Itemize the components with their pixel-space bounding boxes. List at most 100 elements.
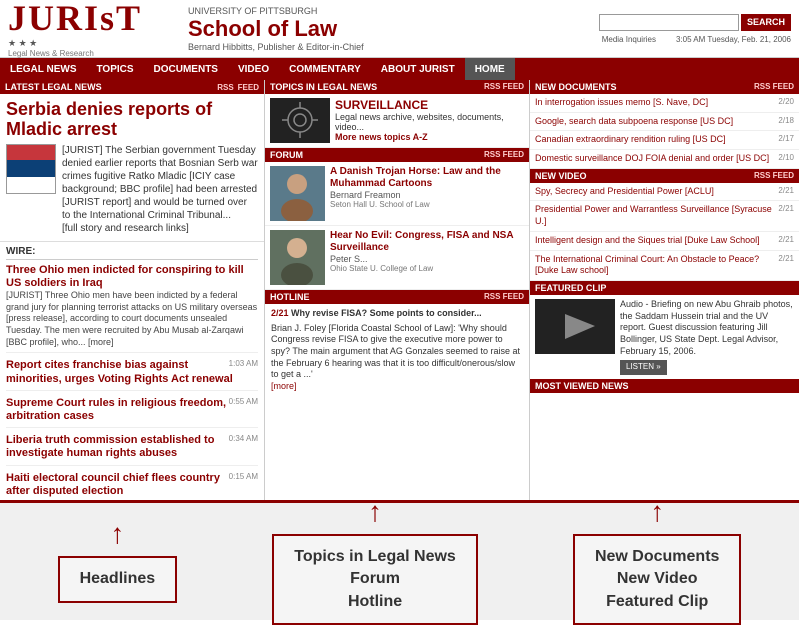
- topic-item: SURVEILLANCE Legal news archive, website…: [265, 94, 529, 148]
- doc-link[interactable]: Google, search data subpoena response [U…: [535, 116, 774, 128]
- topics-header: TOPICS IN LEGAL NEWS RSS FEED: [265, 80, 529, 94]
- forum-content-1: A Danish Trojan Horse: Law and the Muham…: [330, 166, 524, 209]
- wire-story-excerpt: [JURIST] Three Ohio men have been indict…: [6, 290, 258, 348]
- surveillance-thumb: [270, 98, 330, 143]
- hotline-content: 2/21 Why revise FISA? Some points to con…: [265, 304, 529, 397]
- main-story-text: [JURIST] The Serbian government Tuesday …: [62, 144, 258, 235]
- topics-label: Topics in Legal News Forum Hotline: [272, 534, 478, 625]
- hotline-story-title[interactable]: Why revise FISA? Some points to consider…: [291, 308, 482, 318]
- full-story-link[interactable]: [full story and research links]: [62, 223, 189, 234]
- wire-story-title[interactable]: Haiti electoral council chief flees coun…: [6, 472, 258, 498]
- wire-story-title[interactable]: Supreme Court rules in religious freedom…: [6, 397, 258, 423]
- nav-home[interactable]: HOME: [465, 58, 515, 80]
- list-item: 0:34 AM Liberia truth commission establi…: [6, 434, 258, 465]
- wire-story-time: 0:15 AM: [229, 472, 258, 481]
- list-item: Spy, Secrecy and Presidential Power [ACL…: [530, 183, 799, 202]
- topics-feed[interactable]: FEED: [503, 82, 524, 91]
- new-docs-title: NEW DOCUMENTS: [535, 82, 617, 92]
- wire-story-title[interactable]: Three Ohio men indicted for conspiring t…: [6, 264, 258, 290]
- rss-link[interactable]: RSS: [217, 83, 233, 92]
- list-item: Canadian extraordinary rendition ruling …: [530, 131, 799, 150]
- wire-story-title[interactable]: Liberia truth commission established to …: [6, 434, 258, 460]
- navbar: LEGAL NEWS TOPICS DOCUMENTS VIDEO COMMEN…: [0, 58, 799, 80]
- media-inquiries: Media Inquiries: [602, 35, 656, 44]
- video-feed[interactable]: FEED: [773, 171, 794, 180]
- topic-text: Legal news archive, websites, documents,…: [335, 112, 524, 132]
- video-date: 2/21: [778, 186, 794, 198]
- logo-stars: ★ ★ ★: [8, 38, 178, 49]
- clip-description: Audio - Briefing on new Abu Ghraib photo…: [620, 299, 794, 375]
- video-rss[interactable]: RSS: [754, 171, 770, 180]
- nav-legal-news[interactable]: LEGAL NEWS: [0, 58, 86, 80]
- latest-news-title: LATEST LEGAL NEWS: [5, 82, 102, 92]
- topics-annotation: ↑ Topics in Legal News Forum Hotline: [272, 498, 478, 625]
- doc-link[interactable]: In interrogation issues memo [S. Nave, D…: [535, 97, 774, 109]
- featured-clip-content: Audio - Briefing on new Abu Ghraib photo…: [530, 295, 799, 379]
- new-docs-label: New Documents New Video Featured Clip: [573, 534, 741, 625]
- forum-author: Bernard Freamon: [330, 190, 524, 200]
- main-content: LATEST LEGAL NEWS RSS FEED Serbia denies…: [0, 80, 799, 500]
- feed-link[interactable]: FEED: [238, 83, 259, 92]
- search-button[interactable]: SEARCH: [741, 14, 791, 31]
- video-date: 2/21: [778, 254, 794, 277]
- hotline-rss[interactable]: RSS: [484, 292, 500, 301]
- doc-date: 2/18: [778, 116, 794, 128]
- wire-label: WIRE:: [6, 246, 258, 260]
- forum-title: FORUM: [270, 150, 303, 160]
- list-item: 1:03 AM Report cites franchise bias agai…: [6, 359, 258, 390]
- wire-story-title[interactable]: Report cites franchise bias against mino…: [6, 359, 258, 385]
- hotline-links: RSS FEED: [484, 292, 524, 302]
- video-link[interactable]: Presidential Power and Warrantless Surve…: [535, 204, 774, 227]
- hotline-header: HOTLINE RSS FEED: [265, 290, 529, 304]
- forum-links: RSS FEED: [484, 150, 524, 160]
- list-item: Domestic surveillance DOJ FOIA denial an…: [530, 150, 799, 169]
- topics-rss[interactable]: RSS: [484, 82, 500, 91]
- search-input[interactable]: [599, 14, 739, 31]
- search-box: SEARCH: [599, 14, 791, 31]
- topics-arrow: ↑: [368, 498, 382, 526]
- forum-author: Peter S...: [330, 254, 524, 264]
- doc-link[interactable]: Canadian extraordinary rendition ruling …: [535, 134, 774, 146]
- bottom-annotation-area: ↑ Headlines ↑ Topics in Legal News Forum…: [0, 500, 799, 620]
- docs-rss[interactable]: RSS: [754, 82, 770, 91]
- wire-story-time: 1:03 AM: [229, 359, 258, 368]
- list-item: Google, search data subpoena response [U…: [530, 113, 799, 132]
- forum-affiliation: Ohio State U. College of Law: [330, 264, 524, 273]
- forum-item-title[interactable]: Hear No Evil: Congress, FISA and NSA Sur…: [330, 230, 524, 254]
- doc-link[interactable]: Domestic surveillance DOJ FOIA denial an…: [535, 153, 774, 165]
- hotline-feed[interactable]: FEED: [503, 292, 524, 301]
- video-date: 2/21: [778, 204, 794, 227]
- nav-documents[interactable]: DOCUMENTS: [144, 58, 228, 80]
- video-link[interactable]: Intelligent design and the Siques trial …: [535, 235, 774, 247]
- latest-news-header: LATEST LEGAL NEWS RSS FEED: [0, 80, 264, 94]
- header-right: SEARCH Media Inquiries 3:05 AM Tuesday, …: [599, 14, 791, 44]
- list-item: In interrogation issues memo [S. Nave, D…: [530, 94, 799, 113]
- video-link[interactable]: The International Criminal Court: An Obs…: [535, 254, 774, 277]
- headlines-arrow: ↑: [110, 520, 124, 548]
- nav-commentary[interactable]: COMMENTARY: [279, 58, 371, 80]
- hotline-more-link[interactable]: [more]: [271, 381, 297, 391]
- forum-item: A Danish Trojan Horse: Law and the Muham…: [265, 162, 529, 226]
- docs-feed[interactable]: FEED: [773, 82, 794, 91]
- list-item: Intelligent design and the Siques trial …: [530, 232, 799, 251]
- nav-about[interactable]: ABOUT JURIST: [371, 58, 465, 80]
- topic-link[interactable]: More news topics A-Z: [335, 132, 524, 142]
- nav-topics[interactable]: TOPICS: [86, 58, 143, 80]
- clip-thumbnail: [535, 299, 615, 354]
- forum-feed[interactable]: FEED: [503, 150, 524, 159]
- main-story: Serbia denies reports of Mladic arrest […: [0, 94, 264, 242]
- nav-video[interactable]: VIDEO: [228, 58, 279, 80]
- listen-button[interactable]: LISTEN »: [620, 360, 667, 374]
- list-item: Three Ohio men indicted for conspiring t…: [6, 264, 258, 354]
- logo: JURIsT: [8, 0, 178, 36]
- hotline-story-text: Brian J. Foley [Florida Coastal School o…: [271, 323, 523, 381]
- forum-rss[interactable]: RSS: [484, 150, 500, 159]
- list-item: 0:15 AM Haiti electoral council chief fl…: [6, 472, 258, 500]
- right-column: NEW DOCUMENTS RSS FEED In interrogation …: [530, 80, 799, 500]
- headlines-label: Headlines: [58, 556, 178, 602]
- topic-title[interactable]: SURVEILLANCE: [335, 98, 524, 112]
- doc-date: 2/10: [778, 153, 794, 165]
- video-link[interactable]: Spy, Secrecy and Presidential Power [ACL…: [535, 186, 774, 198]
- forum-item-title[interactable]: A Danish Trojan Horse: Law and the Muham…: [330, 166, 524, 190]
- forum-item: Hear No Evil: Congress, FISA and NSA Sur…: [265, 226, 529, 290]
